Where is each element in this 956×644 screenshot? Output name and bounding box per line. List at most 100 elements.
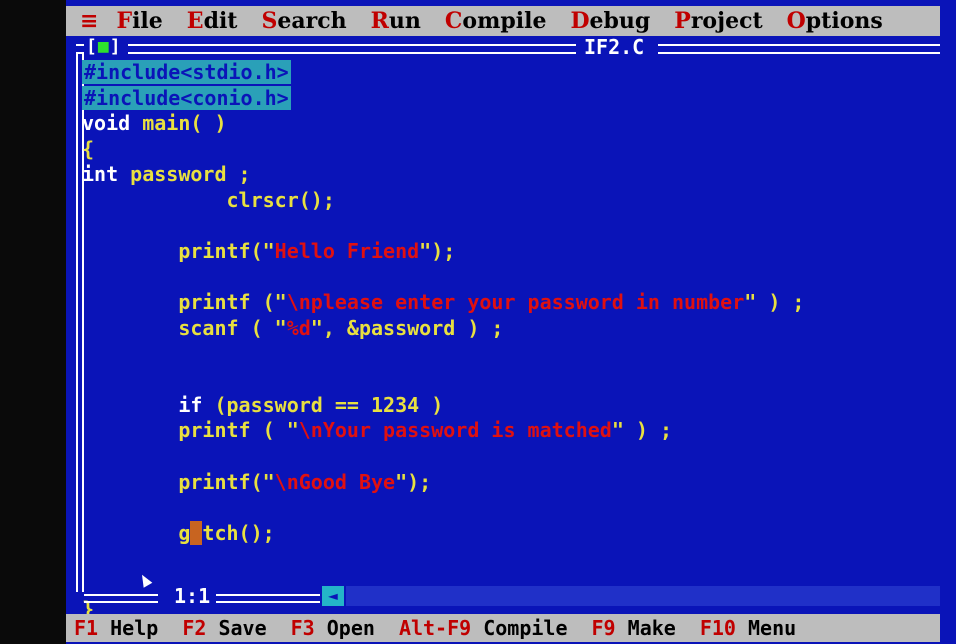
- code-line[interactable]: [82, 367, 940, 393]
- help-item-make[interactable]: F9 Make: [592, 616, 676, 640]
- editor-status-line: 1:1 ◄: [70, 584, 940, 610]
- code-token: %d: [286, 315, 311, 340]
- code-token: ");: [419, 239, 456, 264]
- menu-item-edit[interactable]: Edit: [187, 8, 238, 34]
- code-token: " ) ;: [611, 418, 673, 443]
- code-line[interactable]: #include<stdio.h>: [82, 60, 940, 86]
- menu-hotkey: S: [261, 8, 278, 34]
- code-line[interactable]: scanf ( "%d", &password ) ;: [82, 316, 940, 342]
- code-line[interactable]: {: [82, 137, 940, 163]
- help-item-open[interactable]: F3 Open: [291, 616, 375, 640]
- help-key: F10: [699, 616, 736, 640]
- menu-hotkey: D: [570, 8, 590, 34]
- editor-filename: IF2.C: [584, 35, 645, 59]
- status-border-mid: [216, 594, 320, 603]
- code-token: " ) ;: [744, 290, 805, 315]
- code-line[interactable]: [82, 495, 940, 521]
- help-item-help[interactable]: F1 Help: [74, 616, 158, 640]
- menu-hotkey: P: [674, 8, 691, 34]
- help-label: Open: [314, 616, 375, 640]
- code-token: #include<conio.h>: [82, 85, 291, 110]
- menu-item-file[interactable]: File: [116, 8, 162, 34]
- editor-titlebar: [■] IF2.C: [70, 35, 940, 60]
- code-token: (password == 1234 ): [202, 392, 444, 417]
- title-border-mid: [128, 44, 576, 54]
- editor-window[interactable]: [■] IF2.C #include<stdio.h> #include<coni…: [70, 35, 940, 621]
- code-token: {: [82, 136, 95, 161]
- help-key: F9: [591, 616, 616, 640]
- code-token: clrscr();: [82, 187, 335, 212]
- code-token: if: [178, 392, 203, 417]
- help-item-compile[interactable]: Alt-F9 Compile: [399, 616, 568, 640]
- help-bar: F1 Help F2 Save F3 Open Alt-F9 Compile F9 Ma…: [66, 614, 940, 642]
- code-line[interactable]: [82, 444, 940, 470]
- help-label: Help: [98, 616, 159, 640]
- help-label: Save: [206, 616, 267, 640]
- menu-item-compile[interactable]: Compile: [445, 8, 547, 34]
- menu-label: ile: [132, 8, 163, 34]
- menu-item-debug[interactable]: Debug: [570, 8, 650, 34]
- code-line[interactable]: getch();: [82, 520, 940, 547]
- menu-label: ompile: [462, 8, 547, 34]
- menu-bar: ≡ File Edit Search Run Compile Debug Project Op…: [66, 6, 940, 36]
- code-token: int: [82, 162, 119, 187]
- code-line[interactable]: clrscr();: [82, 188, 940, 214]
- menu-label: ptions: [805, 8, 883, 34]
- menu-label: earch: [277, 8, 347, 34]
- code-token: #include<stdio.h>: [82, 60, 291, 84]
- code-token: g: [82, 520, 191, 545]
- code-line[interactable]: [82, 546, 940, 572]
- menu-label: dit: [203, 8, 238, 34]
- code-token: printf ( ": [82, 418, 299, 443]
- code-token: printf (": [82, 290, 287, 315]
- code-token: \nplease enter your password in number: [286, 290, 745, 315]
- menu-item-search[interactable]: Search: [261, 8, 346, 34]
- status-border-left: [84, 594, 158, 603]
- code-line[interactable]: int password ;: [82, 162, 940, 188]
- code-token: printf(": [82, 469, 275, 494]
- code-area[interactable]: #include<stdio.h> #include<conio.h> void m…: [82, 60, 940, 623]
- help-label: Make: [615, 616, 676, 640]
- screen-bezel: [0, 0, 66, 644]
- code-line[interactable]: printf ( "\nYour password is matched" ) …: [82, 418, 940, 444]
- code-line[interactable]: [82, 265, 940, 291]
- code-token: password ;: [118, 162, 251, 187]
- menu-label: un: [388, 8, 421, 34]
- help-label: Compile: [471, 616, 568, 640]
- code-line[interactable]: if (password == 1234 ): [82, 393, 940, 419]
- menu-item-project[interactable]: Project: [674, 8, 762, 34]
- code-line[interactable]: printf("Hello Friend");: [82, 239, 940, 265]
- title-border-right: [658, 44, 940, 54]
- text-cursor: e: [190, 520, 203, 545]
- menu-hotkey: O: [786, 8, 806, 34]
- menu-label: ebug: [589, 8, 651, 34]
- code-line[interactable]: void main( ): [82, 111, 940, 137]
- code-token: ");: [395, 469, 432, 494]
- code-token: main( ): [130, 111, 227, 136]
- menu-item-options[interactable]: Options: [787, 8, 883, 34]
- help-item-save[interactable]: F2 Save: [182, 616, 266, 640]
- code-line[interactable]: [82, 214, 940, 240]
- help-key: F3: [290, 616, 315, 640]
- menu-hotkey: E: [186, 8, 204, 34]
- horizontal-scrollbar[interactable]: [346, 586, 940, 606]
- scroll-left-arrow-icon[interactable]: ◄: [322, 586, 344, 606]
- code-line[interactable]: printf ("\nplease enter your password in…: [82, 290, 940, 316]
- help-item-menu[interactable]: F10 Menu: [700, 616, 796, 640]
- code-token: \nGood Bye: [274, 469, 396, 494]
- code-line[interactable]: printf("\nGood Bye");: [82, 470, 940, 496]
- menu-hotkey: C: [444, 8, 463, 34]
- close-box-button[interactable]: [■]: [86, 36, 122, 57]
- menu-hotkey: F: [116, 8, 133, 34]
- help-key: Alt-F9: [398, 616, 472, 640]
- menu-item-run[interactable]: Run: [371, 8, 421, 34]
- code-token: \nYour password is matched: [298, 418, 612, 443]
- code-token: scanf ( ": [82, 315, 287, 340]
- code-line[interactable]: #include<conio.h>: [82, 85, 940, 112]
- menu-label: roject: [690, 8, 763, 34]
- code-line[interactable]: [82, 342, 940, 368]
- system-menu-icon[interactable]: ≡: [80, 9, 98, 34]
- code-token: Hello Friend: [274, 239, 420, 264]
- help-label: Menu: [735, 616, 797, 640]
